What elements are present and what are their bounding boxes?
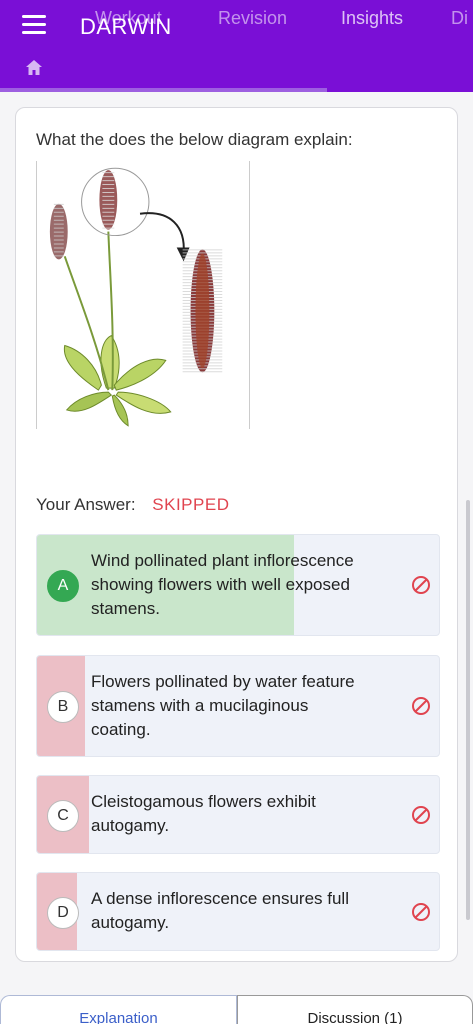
- hamburger-icon[interactable]: [22, 15, 46, 35]
- app-bar: DARWIN Workout Revision Insights Di: [0, 0, 473, 92]
- option-d-letter: D: [47, 897, 79, 929]
- question-diagram: [36, 161, 250, 429]
- option-d-text: A dense inflorescence ensures full autog…: [91, 889, 349, 932]
- tab-more[interactable]: Di: [451, 8, 468, 29]
- ban-icon: [412, 576, 430, 594]
- home-icon[interactable]: [24, 58, 44, 78]
- tab-discussion[interactable]: Discussion (1): [237, 995, 473, 1024]
- option-b-text: Flowers pollinated by water feature stam…: [91, 672, 355, 739]
- question-card: What the does the below diagram explain:: [15, 107, 458, 962]
- ban-icon: [412, 806, 430, 824]
- question-text: What the does the below diagram explain:: [36, 130, 353, 149]
- tab-discussion-label: Discussion (1): [307, 1010, 403, 1024]
- your-answer-value: SKIPPED: [152, 495, 230, 514]
- option-c[interactable]: C Cleistogamous flowers exhibit autogamy…: [36, 775, 440, 854]
- ban-icon: [412, 903, 430, 921]
- tab-insights[interactable]: Insights: [341, 8, 403, 29]
- small-spike: [49, 203, 68, 260]
- option-a[interactable]: A Wind pollinated plant inflorescence sh…: [36, 534, 440, 636]
- option-b-letter: B: [47, 691, 79, 723]
- ban-icon: [412, 697, 430, 715]
- tab-revision[interactable]: Revision: [218, 8, 287, 29]
- bottom-tabs: Explanation Discussion (1): [0, 995, 473, 1024]
- option-c-text: Cleistogamous flowers exhibit autogamy.: [91, 792, 316, 835]
- option-a-letter: A: [47, 570, 79, 602]
- center-spike: [99, 170, 118, 230]
- tab-explanation-label: Explanation: [79, 1010, 158, 1024]
- tab-explanation[interactable]: Explanation: [0, 995, 237, 1024]
- option-b[interactable]: B Flowers pollinated by water feature st…: [36, 655, 440, 757]
- option-d[interactable]: D A dense inflorescence ensures full aut…: [36, 872, 440, 951]
- your-answer-label: Your Answer:: [36, 495, 136, 514]
- option-c-letter: C: [47, 800, 79, 832]
- tab-indicator: [0, 88, 327, 92]
- enlarged-spike: [182, 249, 223, 373]
- option-a-text: Wind pollinated plant inflorescence show…: [91, 551, 354, 618]
- plant-leaves: [63, 334, 172, 427]
- scrollbar[interactable]: [466, 500, 470, 920]
- your-answer-row: Your Answer: SKIPPED: [36, 495, 229, 515]
- tab-workout[interactable]: Workout: [95, 8, 162, 29]
